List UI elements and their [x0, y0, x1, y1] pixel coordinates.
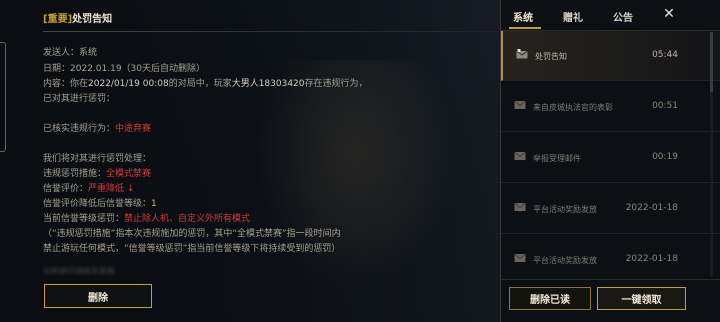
- body-line-2: 已对其进行惩罚：: [43, 94, 116, 104]
- violation-value: 中途弃赛: [115, 124, 152, 134]
- mail-subject: 来自皮城执法官的表彰: [533, 103, 613, 112]
- penalty-line: 违规惩罚措施：全模式禁赛: [43, 167, 403, 182]
- faded-footer-text: 如有疑问请联系客服: [43, 267, 115, 274]
- scrollbar-thumb[interactable]: [710, 32, 713, 92]
- delete-button[interactable]: 删除: [44, 284, 152, 308]
- mail-detail-panel: [重要] 处罚告知 发送人：系统 日期：2022.01.19（30天后自动删除）…: [0, 0, 500, 322]
- mail-icon: [514, 202, 526, 211]
- tab-gift[interactable]: 赠礼: [563, 9, 583, 24]
- sender-label: 发送人：: [43, 48, 80, 58]
- list-item[interactable]: 来自皮城执法官的表彰 00:51: [501, 82, 720, 132]
- date-value: 2022.01.19: [70, 64, 122, 74]
- mail-title-text: 处罚告知: [72, 14, 113, 25]
- sender-line: 发送人：系统: [43, 45, 97, 58]
- mail-time: 00:19: [652, 152, 678, 162]
- list-item[interactable]: 平台活动奖励发放 2022-01-18: [501, 235, 720, 278]
- mail-time: 00:51: [652, 101, 678, 111]
- importance-tag: [重要]: [43, 14, 73, 25]
- mail-time: 2022-01-18: [625, 203, 678, 213]
- note-line-2: 禁止游玩任何模式，“信誉等级惩罚”指当前信誉等级下将持续受到的惩罚）: [43, 244, 341, 254]
- claim-all-button[interactable]: 一键领取: [597, 287, 686, 310]
- date-note: （30天后自动删除）: [121, 64, 205, 74]
- body-content-label: 内容：你在: [43, 79, 89, 89]
- credit-label: 信誉评价：: [43, 184, 89, 194]
- body-text: 的对局中，玩家: [168, 79, 232, 89]
- close-icon[interactable]: ✕: [661, 6, 677, 22]
- collapse-handle[interactable]: [0, 42, 6, 152]
- credit-level-line: 信誉评价降低后信誉等级：1: [43, 197, 403, 212]
- violation-label: 已核实违规行为：: [43, 124, 116, 134]
- credit-level-label: 信誉评价降低后信誉等级：: [43, 199, 152, 209]
- mail-time: 05:44: [652, 50, 678, 60]
- tab-announcement[interactable]: 公告: [613, 9, 633, 24]
- tab-bar: 系统 赠礼 公告 ✕: [501, 0, 720, 30]
- reported-player-name: 大男人18303420: [231, 79, 305, 89]
- footer-divider: [501, 279, 720, 280]
- mail-subject: 举报受理邮件: [533, 154, 581, 163]
- sender-value: 系统: [79, 48, 98, 58]
- edge-label: [2, 150, 8, 180]
- mail-icon: [514, 253, 526, 262]
- body-spacer: [43, 107, 403, 122]
- match-time: 2022/01/19 00:08: [88, 79, 169, 89]
- delete-read-button[interactable]: 删除已读: [509, 287, 591, 310]
- mail-list-scrollbar[interactable]: [710, 32, 713, 277]
- mail-open-icon: [516, 49, 528, 59]
- list-item[interactable]: 处罚告知 05:44: [501, 31, 720, 81]
- date-label: 日期：: [43, 64, 71, 74]
- mail-icon: [514, 151, 526, 160]
- level-penalty-line: 当前信誉等级惩罚：禁止除人机、自定义外所有模式: [43, 212, 403, 227]
- title-divider: [43, 31, 495, 32]
- date-line: 日期：2022.01.19（30天后自动删除）: [43, 61, 205, 74]
- mail-subject: 平台活动奖励发放: [533, 256, 597, 265]
- credit-level-value: 1: [151, 199, 157, 209]
- body-text: 存在违规行为，: [304, 79, 368, 89]
- violation-line: 已核实违规行为：中途弃赛: [43, 122, 403, 137]
- list-item[interactable]: 平台活动奖励发放 2022-01-18: [501, 184, 720, 234]
- mail-subject: 处罚告知: [535, 52, 567, 61]
- body-line-1: 内容：你在2022/01/19 00:08的对局中，玩家大男人18303420存…: [43, 77, 403, 92]
- mail-time: 2022-01-18: [625, 254, 678, 264]
- penalty-label: 违规惩罚措施：: [43, 169, 107, 179]
- credit-value: 严重降低 ↓: [88, 184, 135, 194]
- mail-list: 处罚告知 05:44 来自皮城执法官的表彰 00:51 举报受理邮件 00:19: [501, 31, 720, 278]
- mail-subject: 平台活动奖励发放: [533, 205, 597, 214]
- level-penalty-label: 当前信誉等级惩罚：: [43, 214, 125, 224]
- penalty-value: 全模式禁赛: [106, 169, 152, 179]
- note-line-1: （“违规惩罚措施”指本次违规施加的惩罚，其中“全模式禁赛”指一段时间内: [43, 229, 341, 239]
- tab-system[interactable]: 系统: [513, 9, 533, 24]
- mail-body: 内容：你在2022/01/19 00:08的对局中，玩家大男人18303420存…: [43, 77, 403, 257]
- list-item[interactable]: 举报受理邮件 00:19: [501, 133, 720, 183]
- mail-list-sidebar: 系统 赠礼 公告 ✕ 处罚告知 05:44 来自皮城执法官的表彰 00:51 举…: [501, 0, 720, 322]
- mail-icon: [514, 100, 526, 109]
- active-tab-indicator: [509, 27, 541, 29]
- level-penalty-value: 禁止除人机、自定义外所有模式: [124, 214, 251, 224]
- body-spacer: [43, 137, 403, 152]
- mail-title: [重要] 处罚告知: [43, 10, 112, 25]
- credit-line: 信誉评价：严重降低 ↓: [43, 182, 403, 197]
- body-line-4: 我们将对其进行惩罚处理：: [43, 154, 152, 164]
